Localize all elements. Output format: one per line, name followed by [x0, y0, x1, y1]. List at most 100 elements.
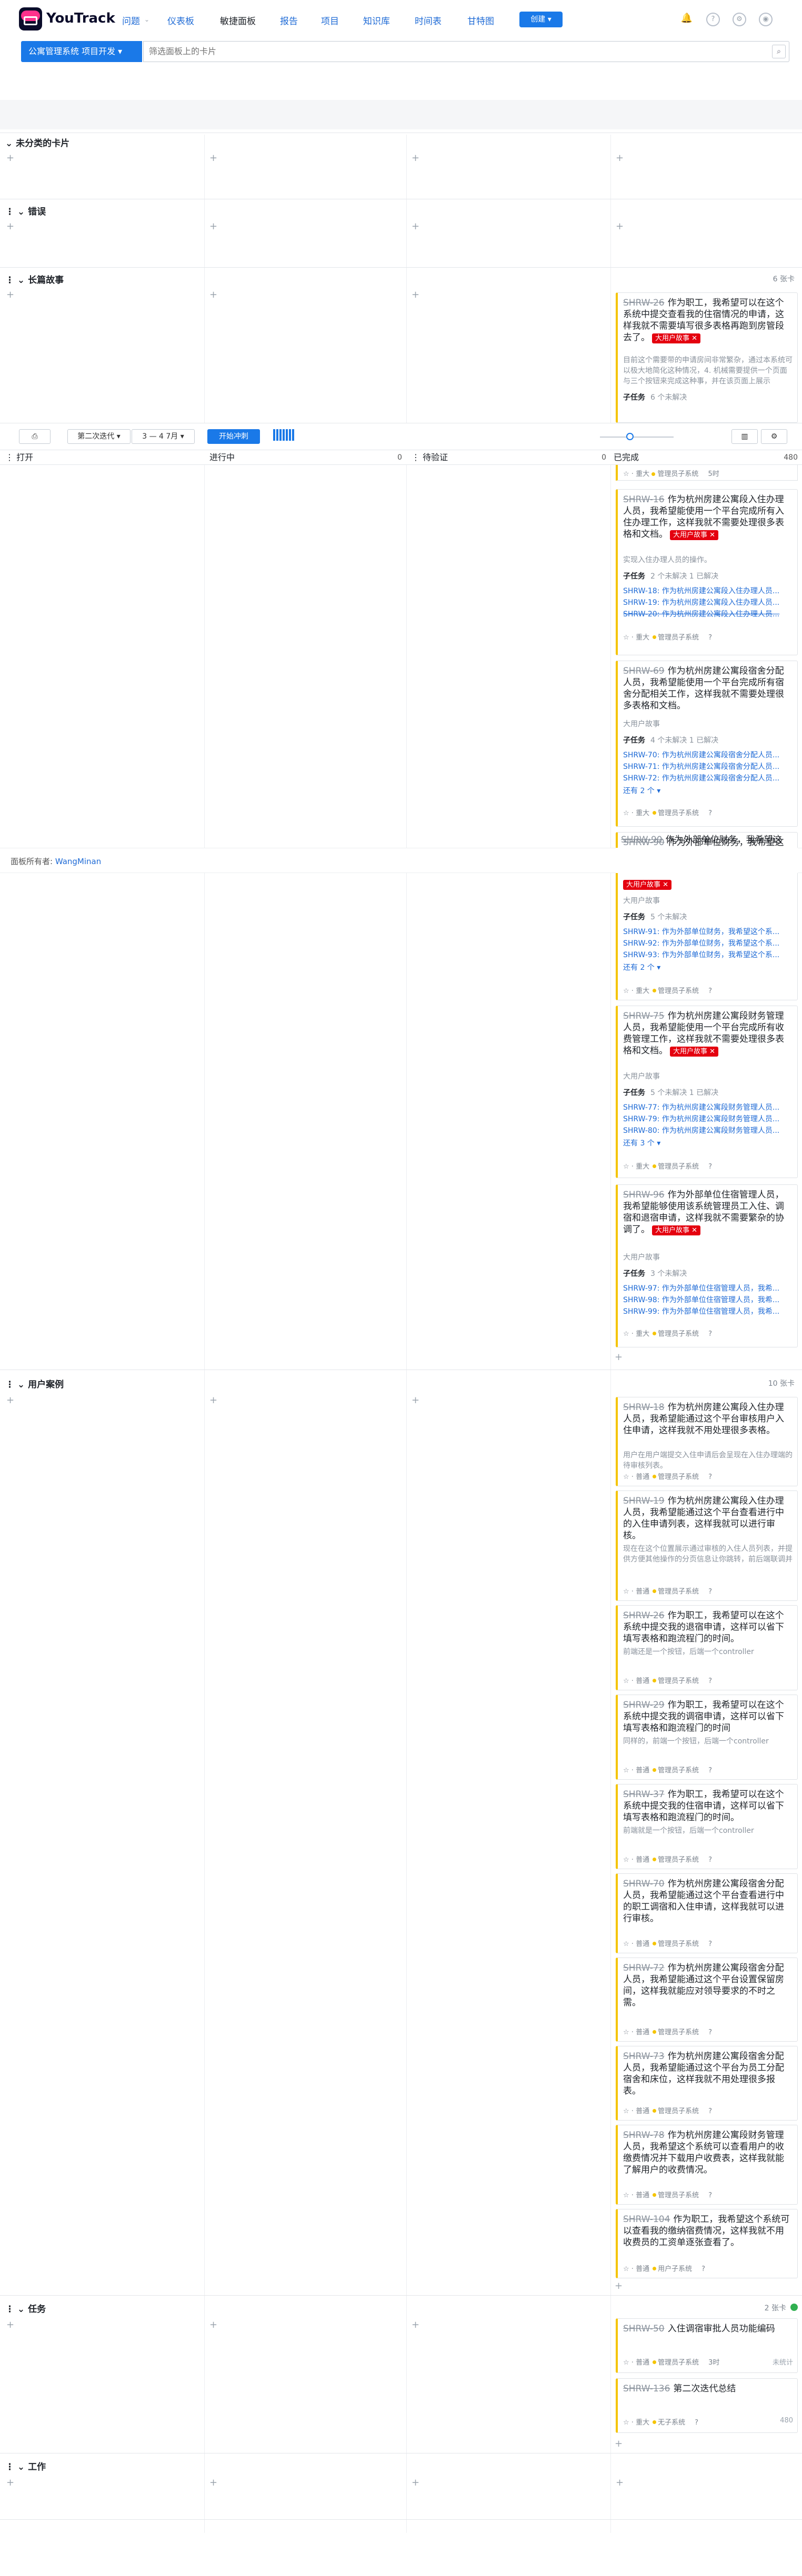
card-epic-16[interactable]: SHRW-16 作为杭州房建公寓段入住办理人员，我希望能使用一个平台完成所有入住办… — [616, 489, 798, 655]
add-card-icon[interactable]: + — [6, 221, 14, 232]
estimate[interactable]: ? — [708, 2107, 712, 2115]
subtask-link[interactable]: SHRW-97: 作为外部单位住宿管理人员，我希... — [623, 1283, 793, 1293]
card-id[interactable]: SHRW-96 — [623, 1190, 665, 1200]
add-card-icon[interactable]: + — [616, 153, 624, 164]
card-id[interactable]: SHRW-69 — [623, 666, 665, 676]
estimate[interactable]: ? — [708, 1163, 712, 1171]
card-id[interactable]: SHRW-16 — [623, 494, 665, 505]
card-story-78[interactable]: SHRW-78 作为杭州房建公寓段财务管理人员，我希望这个系统可以查看用户的收缴费… — [616, 2125, 798, 2205]
swimlane-tasks[interactable]: ⋮ ⌄ 任务 — [5, 2301, 46, 2315]
subsystem[interactable]: 管理员子系统 — [658, 1856, 699, 1864]
estimate[interactable]: ? — [708, 1856, 712, 1864]
owner-link[interactable]: WangMinan — [55, 857, 101, 866]
board-selector[interactable]: 公寓管理系统 项目开发 ▾ — [21, 41, 142, 62]
subtask-link[interactable]: SHRW-98: 作为外部单位住宿管理人员，我希... — [623, 1294, 793, 1305]
add-card-icon[interactable]: + — [412, 2319, 419, 2330]
subtask-link[interactable]: SHRW-71: 作为杭州房建公寓段宿舍分配人员... — [623, 761, 793, 772]
add-card-icon[interactable]: + — [6, 289, 14, 300]
estimate[interactable]: 5时 — [708, 470, 719, 478]
column-done[interactable]: 已完成 480 — [614, 450, 802, 465]
card-id[interactable]: SHRW-70 — [623, 1879, 665, 1889]
chart-icon[interactable]: ▥ — [731, 429, 758, 444]
subtask-link[interactable]: SHRW-99: 作为外部单位住宿管理人员，我希... — [623, 1306, 793, 1316]
card-size-slider[interactable] — [600, 437, 674, 438]
add-card-icon[interactable]: + — [412, 2477, 419, 2488]
card-id[interactable]: SHRW-73 — [623, 2051, 665, 2062]
priority[interactable]: 重大 — [636, 634, 649, 642]
card-id[interactable]: SHRW-18 — [623, 1402, 665, 1413]
nav-projects[interactable]: 项目 — [321, 14, 339, 27]
add-card-icon[interactable]: + — [209, 221, 217, 232]
subsystem[interactable]: 管理员子系统 — [658, 2029, 699, 2036]
subsystem[interactable]: 管理员子系统 — [658, 634, 699, 642]
card-id[interactable]: SHRW-136 — [623, 2384, 670, 2394]
create-button[interactable]: 创建 ▾ — [519, 12, 563, 27]
youtrack-logo-icon[interactable] — [19, 7, 42, 31]
priority[interactable]: 普通 — [636, 1767, 649, 1774]
epic-tag[interactable]: 大用户故事 ✕ — [623, 880, 672, 890]
subsystem[interactable]: 管理员子系统 — [658, 1163, 699, 1171]
estimate[interactable]: ? — [708, 1940, 712, 1948]
estimate[interactable]: ? — [708, 1330, 712, 1338]
card-id[interactable]: SHRW-26 — [623, 298, 665, 308]
card-id[interactable]: SHRW-75 — [623, 1011, 665, 1021]
priority[interactable]: 重大 — [636, 2419, 649, 2427]
nav-reports[interactable]: 报告 — [280, 14, 298, 27]
priority[interactable]: 重大 — [636, 470, 649, 478]
priority[interactable]: 普通 — [636, 2107, 649, 2115]
app-name[interactable]: YouTrack — [46, 11, 115, 26]
show-more-subtasks[interactable]: 还有 2 个 ▾ — [623, 962, 793, 972]
settings-icon[interactable]: ⚙ — [733, 13, 746, 26]
estimate[interactable]: ? — [701, 2265, 705, 2273]
subtask-link[interactable]: SHRW-77: 作为杭州房建公寓段财务管理人员... — [623, 1102, 793, 1112]
card-title[interactable]: 第二次迭代总结 — [673, 2384, 736, 2394]
card-epic-96[interactable]: SHRW-96 作为外部单位住宿管理人员，我希望能够使用该系统管理员工入住、调宿和… — [616, 1184, 798, 1347]
add-card-icon[interactable]: + — [209, 153, 217, 164]
add-card-icon[interactable]: + — [6, 153, 14, 164]
add-card-icon[interactable]: + — [6, 2319, 14, 2330]
card-task-136[interactable]: SHRW-136 第二次迭代总结 ☆ · 重大 无子系统? 480 — [616, 2378, 798, 2433]
subtask-link[interactable]: SHRW-91: 作为外部单位财务，我希望这个系... — [623, 926, 793, 937]
estimate[interactable]: ? — [708, 809, 712, 817]
nav-gantt[interactable]: 甘特图 — [467, 14, 494, 27]
card-id[interactable]: SHRW-37 — [623, 1789, 665, 1800]
estimate[interactable]: ? — [708, 2192, 712, 2199]
card-id[interactable]: SHRW-29 — [623, 1700, 665, 1710]
swimlane-epics[interactable]: ⋮ ⌄ 长篇故事 — [5, 272, 64, 286]
card-story-26[interactable]: SHRW-26 作为职工，我希望可以在这个系统中提交我的退宿申请，这样可以省下填写… — [616, 1605, 798, 1690]
add-card-icon[interactable]: + — [6, 1395, 14, 1406]
card-epic-75[interactable]: SHRW-75 作为杭州房建公寓段财务管理人员，我希望能使用一个平台完成所有收费管… — [616, 1006, 798, 1178]
subsystem[interactable]: 管理员子系统 — [658, 2192, 699, 2199]
user-icon[interactable]: ◉ — [759, 13, 773, 26]
nav-timesheets[interactable]: 时间表 — [415, 14, 442, 27]
help-icon[interactable]: ? — [706, 13, 720, 26]
chevron-down-icon[interactable]: ⌄ — [144, 16, 149, 23]
search-icon[interactable]: ⌕ — [772, 45, 786, 58]
add-card-icon[interactable]: + — [616, 221, 624, 232]
search-input[interactable] — [149, 42, 754, 60]
card-title[interactable]: 作为外部单位财务，我希望这 — [666, 835, 782, 845]
card-story-72[interactable]: SHRW-72 作为杭州房建公寓段宿舍分配人员，我希望能通过这个平台设置保留房间，… — [616, 1958, 798, 2042]
swimlane-bugs[interactable]: ⋮ ⌄ 错误 — [5, 204, 46, 217]
priority[interactable]: 重大 — [636, 809, 649, 817]
subsystem[interactable]: 管理员子系统 — [658, 1677, 699, 1685]
estimate[interactable]: ? — [708, 1588, 712, 1596]
estimate[interactable]: ? — [708, 1473, 712, 1481]
priority[interactable]: 普通 — [636, 1588, 649, 1596]
priority[interactable]: 普通 — [636, 1856, 649, 1864]
card-id[interactable]: SHRW-90 — [621, 835, 663, 845]
subtask-link[interactable]: SHRW-79: 作为杭州房建公寓段财务管理人员... — [623, 1113, 793, 1124]
card-story-70[interactable]: SHRW-70 作为杭州房建公寓段宿舍分配人员，我希望能通过这个平台查看进行中的职… — [616, 1873, 798, 1953]
bell-icon[interactable]: 🔔 — [680, 13, 694, 26]
subtask-link[interactable]: SHRW-18: 作为杭州房建公寓段入住办理人员... — [623, 585, 793, 596]
subtask-link[interactable]: SHRW-92: 作为外部单位财务，我希望这个系... — [623, 938, 793, 948]
nav-knowledge-base[interactable]: 知识库 — [363, 14, 390, 27]
board-settings-icon[interactable]: ⚙ — [761, 429, 787, 444]
add-card-icon[interactable]: + — [615, 2438, 623, 2449]
subsystem[interactable]: 管理员子系统 — [658, 1330, 699, 1338]
add-card-icon[interactable]: + — [6, 2477, 14, 2488]
subsystem[interactable]: 管理员子系统 — [658, 1473, 699, 1481]
sprint-selector[interactable]: 第二次迭代 ▾ — [67, 429, 131, 444]
estimate[interactable]: ? — [708, 634, 712, 642]
card-story-37[interactable]: SHRW-37 作为职工，我希望可以在这个系统中提交我的住宿申请，这样可以省下填写… — [616, 1784, 798, 1869]
